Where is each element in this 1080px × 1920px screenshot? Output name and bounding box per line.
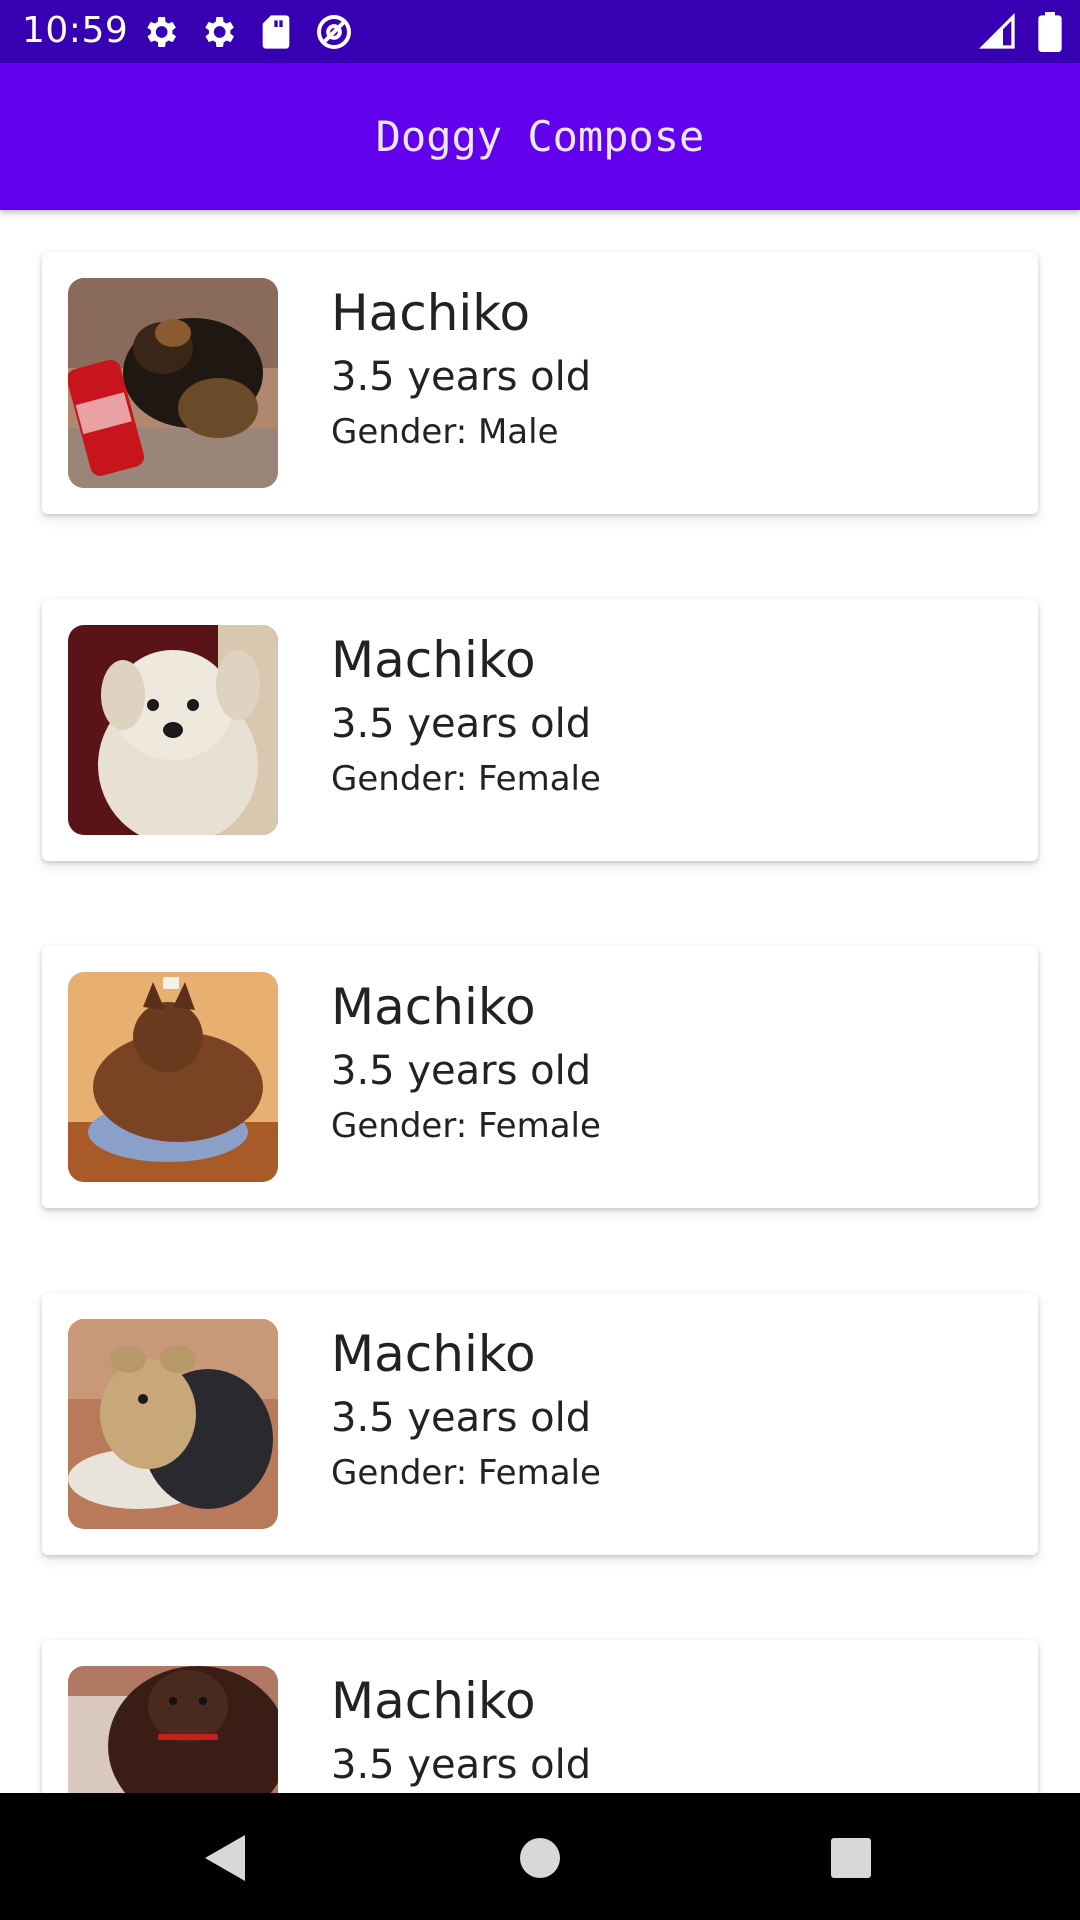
dog-name: Machiko	[331, 1672, 536, 1730]
dog-photo	[68, 625, 278, 835]
dog-age: 3.5 years old	[331, 701, 592, 747]
dog-age: 3.5 years old	[331, 354, 592, 400]
back-icon[interactable]	[190, 1823, 260, 1893]
settings-icon	[140, 12, 180, 57]
dog-name: Machiko	[331, 1325, 536, 1383]
app-bar: Doggy Compose	[0, 63, 1080, 210]
status-bar: 10:59	[0, 0, 1080, 63]
dog-age: 3.5 years old	[331, 1742, 592, 1788]
dog-name: Hachiko	[331, 284, 531, 342]
signal-icon	[978, 12, 1018, 57]
dog-gender: Gender: Female	[331, 759, 601, 799]
dog-gender: Gender: Female	[331, 1106, 601, 1146]
dog-card[interactable]: Hachiko 3.5 years old Gender: Male	[42, 252, 1038, 514]
dog-photo	[68, 278, 278, 488]
dog-card[interactable]: Machiko 3.5 years old Gender: Female	[42, 599, 1038, 861]
dog-list[interactable]: Hachiko 3.5 years old Gender: Male Machi…	[0, 210, 1080, 1793]
home-icon[interactable]	[505, 1823, 575, 1893]
settings-icon	[198, 12, 238, 57]
dog-age: 3.5 years old	[331, 1395, 592, 1441]
dog-gender: Gender: Female	[331, 1453, 601, 1493]
recents-icon[interactable]	[816, 1823, 886, 1893]
app-title: Doggy Compose	[375, 112, 705, 161]
nav-bar	[0, 1793, 1080, 1920]
dog-age: 3.5 years old	[331, 1048, 592, 1094]
dog-name: Machiko	[331, 631, 536, 689]
dog-gender: Gender: Male	[331, 412, 559, 452]
dog-card[interactable]: Machiko 3.5 years old Gender: Female	[42, 1293, 1038, 1555]
dog-card[interactable]: Machiko 3.5 years old	[42, 1640, 1038, 1793]
sd-card-icon	[256, 12, 296, 57]
dog-photo	[68, 1319, 278, 1529]
dog-card[interactable]: Machiko 3.5 years old Gender: Female	[42, 946, 1038, 1208]
battery-icon	[1038, 12, 1062, 57]
at-sign-icon	[314, 12, 354, 57]
status-time: 10:59	[22, 10, 129, 51]
dog-name: Machiko	[331, 978, 536, 1036]
dog-photo	[68, 1666, 278, 1793]
dog-photo	[68, 972, 278, 1182]
